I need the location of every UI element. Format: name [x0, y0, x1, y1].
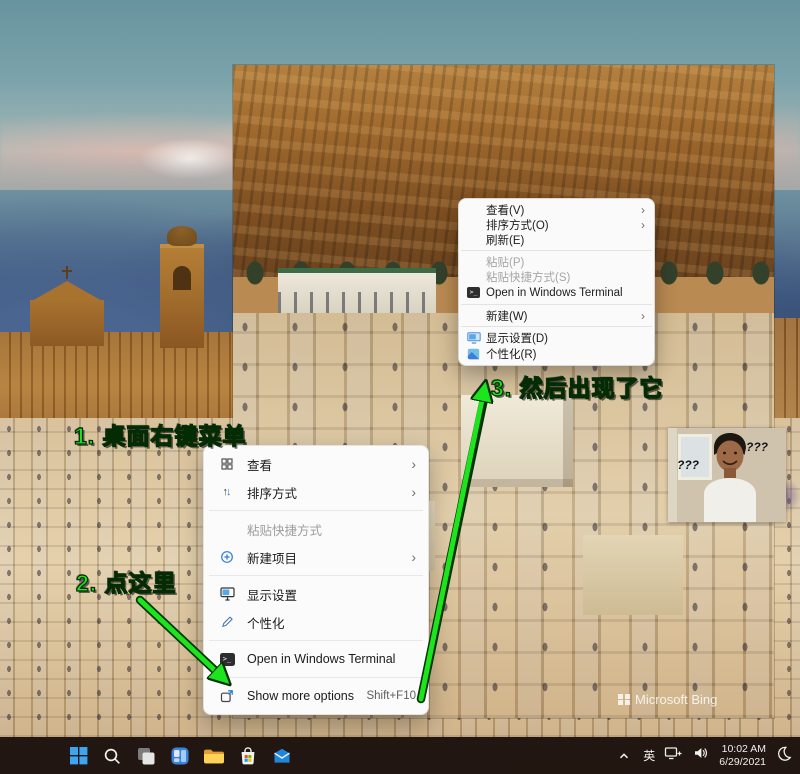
- bing-watermark: Microsoft Bing: [618, 692, 717, 707]
- tray-network-icon[interactable]: [664, 745, 683, 766]
- classic-menu-item-sort-by[interactable]: 排序方式(O) ›: [459, 217, 654, 232]
- wallpaper-church-cross: [62, 270, 72, 272]
- personalization-icon: [466, 348, 481, 361]
- search-icon: [102, 746, 122, 766]
- icon-spacer: [466, 203, 481, 216]
- view-grid-icon: [218, 456, 236, 472]
- taskbar-widgets-button[interactable]: [166, 742, 194, 770]
- classic-menu-item-display-settings[interactable]: 显示设置(D): [459, 330, 654, 346]
- windows-terminal-icon: >_: [218, 651, 236, 667]
- chevron-right-icon: ›: [641, 219, 645, 231]
- tray-volume-icon[interactable]: [692, 745, 710, 766]
- icon-spacer: [218, 521, 236, 537]
- icon-spacer: [466, 218, 481, 231]
- chevron-right-icon: ›: [641, 204, 645, 216]
- taskbar-icon-group: [64, 742, 296, 770]
- classic-menu-item-paste-shortcut: 粘贴快捷方式(S): [459, 269, 654, 284]
- menu-separator: [461, 250, 652, 251]
- menu-separator: [209, 575, 423, 576]
- wallpaper-church-pediment: [30, 281, 104, 302]
- inset-white-building: [461, 395, 573, 487]
- wallpaper-church: [30, 300, 104, 346]
- classic-menu-item-paste: 粘贴(P): [459, 254, 654, 269]
- chevron-right-icon: ›: [411, 457, 416, 471]
- classic-menu-item-view[interactable]: 查看(V) ›: [459, 202, 654, 217]
- menu-separator: [209, 510, 423, 511]
- tray-date: 6/29/2021: [719, 756, 766, 769]
- icon-spacer: [466, 233, 481, 246]
- taskbar-start-button[interactable]: [64, 742, 92, 770]
- icon-spacer: [466, 255, 481, 268]
- show-more-options-icon: [218, 688, 236, 704]
- question-marks: ???: [677, 458, 699, 472]
- menu-separator: [461, 304, 652, 305]
- sort-arrows-icon: ↑↓: [218, 484, 236, 500]
- classic-context-menu: 查看(V) › 排序方式(O) › 刷新(E) 粘贴(P) 粘贴快捷方式(S) …: [458, 198, 655, 366]
- confused-man-meme: ??? ???: [668, 428, 786, 522]
- annotation-step3: 3. 然后出现了它: [491, 369, 664, 403]
- windows-logo-icon: [69, 746, 88, 765]
- annotation-step1: 1. 桌面右键菜单: [74, 417, 247, 451]
- task-view-icon: [136, 746, 156, 766]
- new-item-plus-icon: [218, 549, 236, 565]
- taskbar-search-button[interactable]: [98, 742, 126, 770]
- inset-white-building: [583, 535, 683, 615]
- classic-menu-item-open-terminal[interactable]: >_ Open in Windows Terminal: [459, 284, 654, 301]
- inset-shop-building: [278, 268, 436, 314]
- annotation-step2: 2. 点这里: [76, 564, 177, 598]
- taskbar-mail-button[interactable]: [268, 742, 296, 770]
- tray-focus-assist-moon-icon[interactable]: [775, 745, 792, 767]
- windows-terminal-icon: >_: [466, 286, 481, 299]
- shortcut-hint: Shift+F10: [366, 690, 416, 702]
- menu-separator: [209, 640, 423, 641]
- ctx-item-show-more-options[interactable]: Show more options Shift+F10: [208, 682, 424, 710]
- tray-show-hidden-icons-button[interactable]: [614, 742, 634, 770]
- win11-context-menu: 查看 › ↑↓ 排序方式 › 粘贴快捷方式 新建项目 › 显示设置: [203, 445, 429, 715]
- tray-clock[interactable]: 10:02 AM 6/29/2021: [719, 743, 766, 768]
- ctx-item-open-terminal[interactable]: >_ Open in Windows Terminal: [208, 645, 424, 673]
- chevron-right-icon: ›: [641, 310, 645, 322]
- taskbar: 英 10:02 AM 6/29/2021: [0, 737, 800, 774]
- ctx-item-view[interactable]: 查看 ›: [208, 450, 424, 478]
- file-explorer-icon: [203, 747, 225, 765]
- ctx-item-sort-by[interactable]: ↑↓ 排序方式 ›: [208, 478, 424, 506]
- wallpaper-church-cross: [66, 266, 68, 279]
- chevron-right-icon: ›: [411, 485, 416, 499]
- ctx-item-personalize[interactable]: 个性化: [208, 608, 424, 636]
- menu-separator: [209, 677, 423, 678]
- wallpaper-belltower-window: [173, 266, 191, 290]
- question-marks: ???: [746, 440, 768, 454]
- icon-spacer: [466, 309, 481, 322]
- display-settings-icon: [218, 586, 236, 602]
- tray-ime-indicator[interactable]: 英: [643, 747, 655, 764]
- desktop[interactable]: 查看(V) › 排序方式(O) › 刷新(E) 粘贴(P) 粘贴快捷方式(S) …: [0, 0, 800, 774]
- microsoft-store-icon: [238, 746, 258, 766]
- taskbar-task-view-button[interactable]: [132, 742, 160, 770]
- menu-separator: [461, 326, 652, 327]
- chevron-up-icon: [617, 749, 631, 763]
- classic-menu-item-refresh[interactable]: 刷新(E): [459, 232, 654, 247]
- tray-time: 10:02 AM: [719, 743, 766, 756]
- mail-icon: [272, 746, 292, 766]
- icon-spacer: [466, 270, 481, 283]
- ctx-item-new-item[interactable]: 新建项目 ›: [208, 543, 424, 571]
- widgets-icon: [170, 746, 190, 766]
- ctx-item-display-settings[interactable]: 显示设置: [208, 580, 424, 608]
- display-settings-icon: [466, 332, 481, 345]
- personalization-pen-icon: [218, 614, 236, 630]
- ctx-item-paste-shortcut: 粘贴快捷方式: [208, 515, 424, 543]
- wallpaper-belltower-dome: [167, 226, 197, 246]
- classic-menu-item-personalize[interactable]: 个性化(R): [459, 346, 654, 362]
- classic-menu-item-new[interactable]: 新建(W) ›: [459, 308, 654, 323]
- taskbar-file-explorer-button[interactable]: [200, 742, 228, 770]
- watermark-text: Microsoft Bing: [635, 692, 717, 707]
- chevron-right-icon: ›: [411, 550, 416, 564]
- system-tray: 英 10:02 AM 6/29/2021: [614, 742, 792, 770]
- microsoft-logo-icon: [618, 694, 630, 706]
- wallpaper-belltower: [160, 244, 204, 348]
- taskbar-store-button[interactable]: [234, 742, 262, 770]
